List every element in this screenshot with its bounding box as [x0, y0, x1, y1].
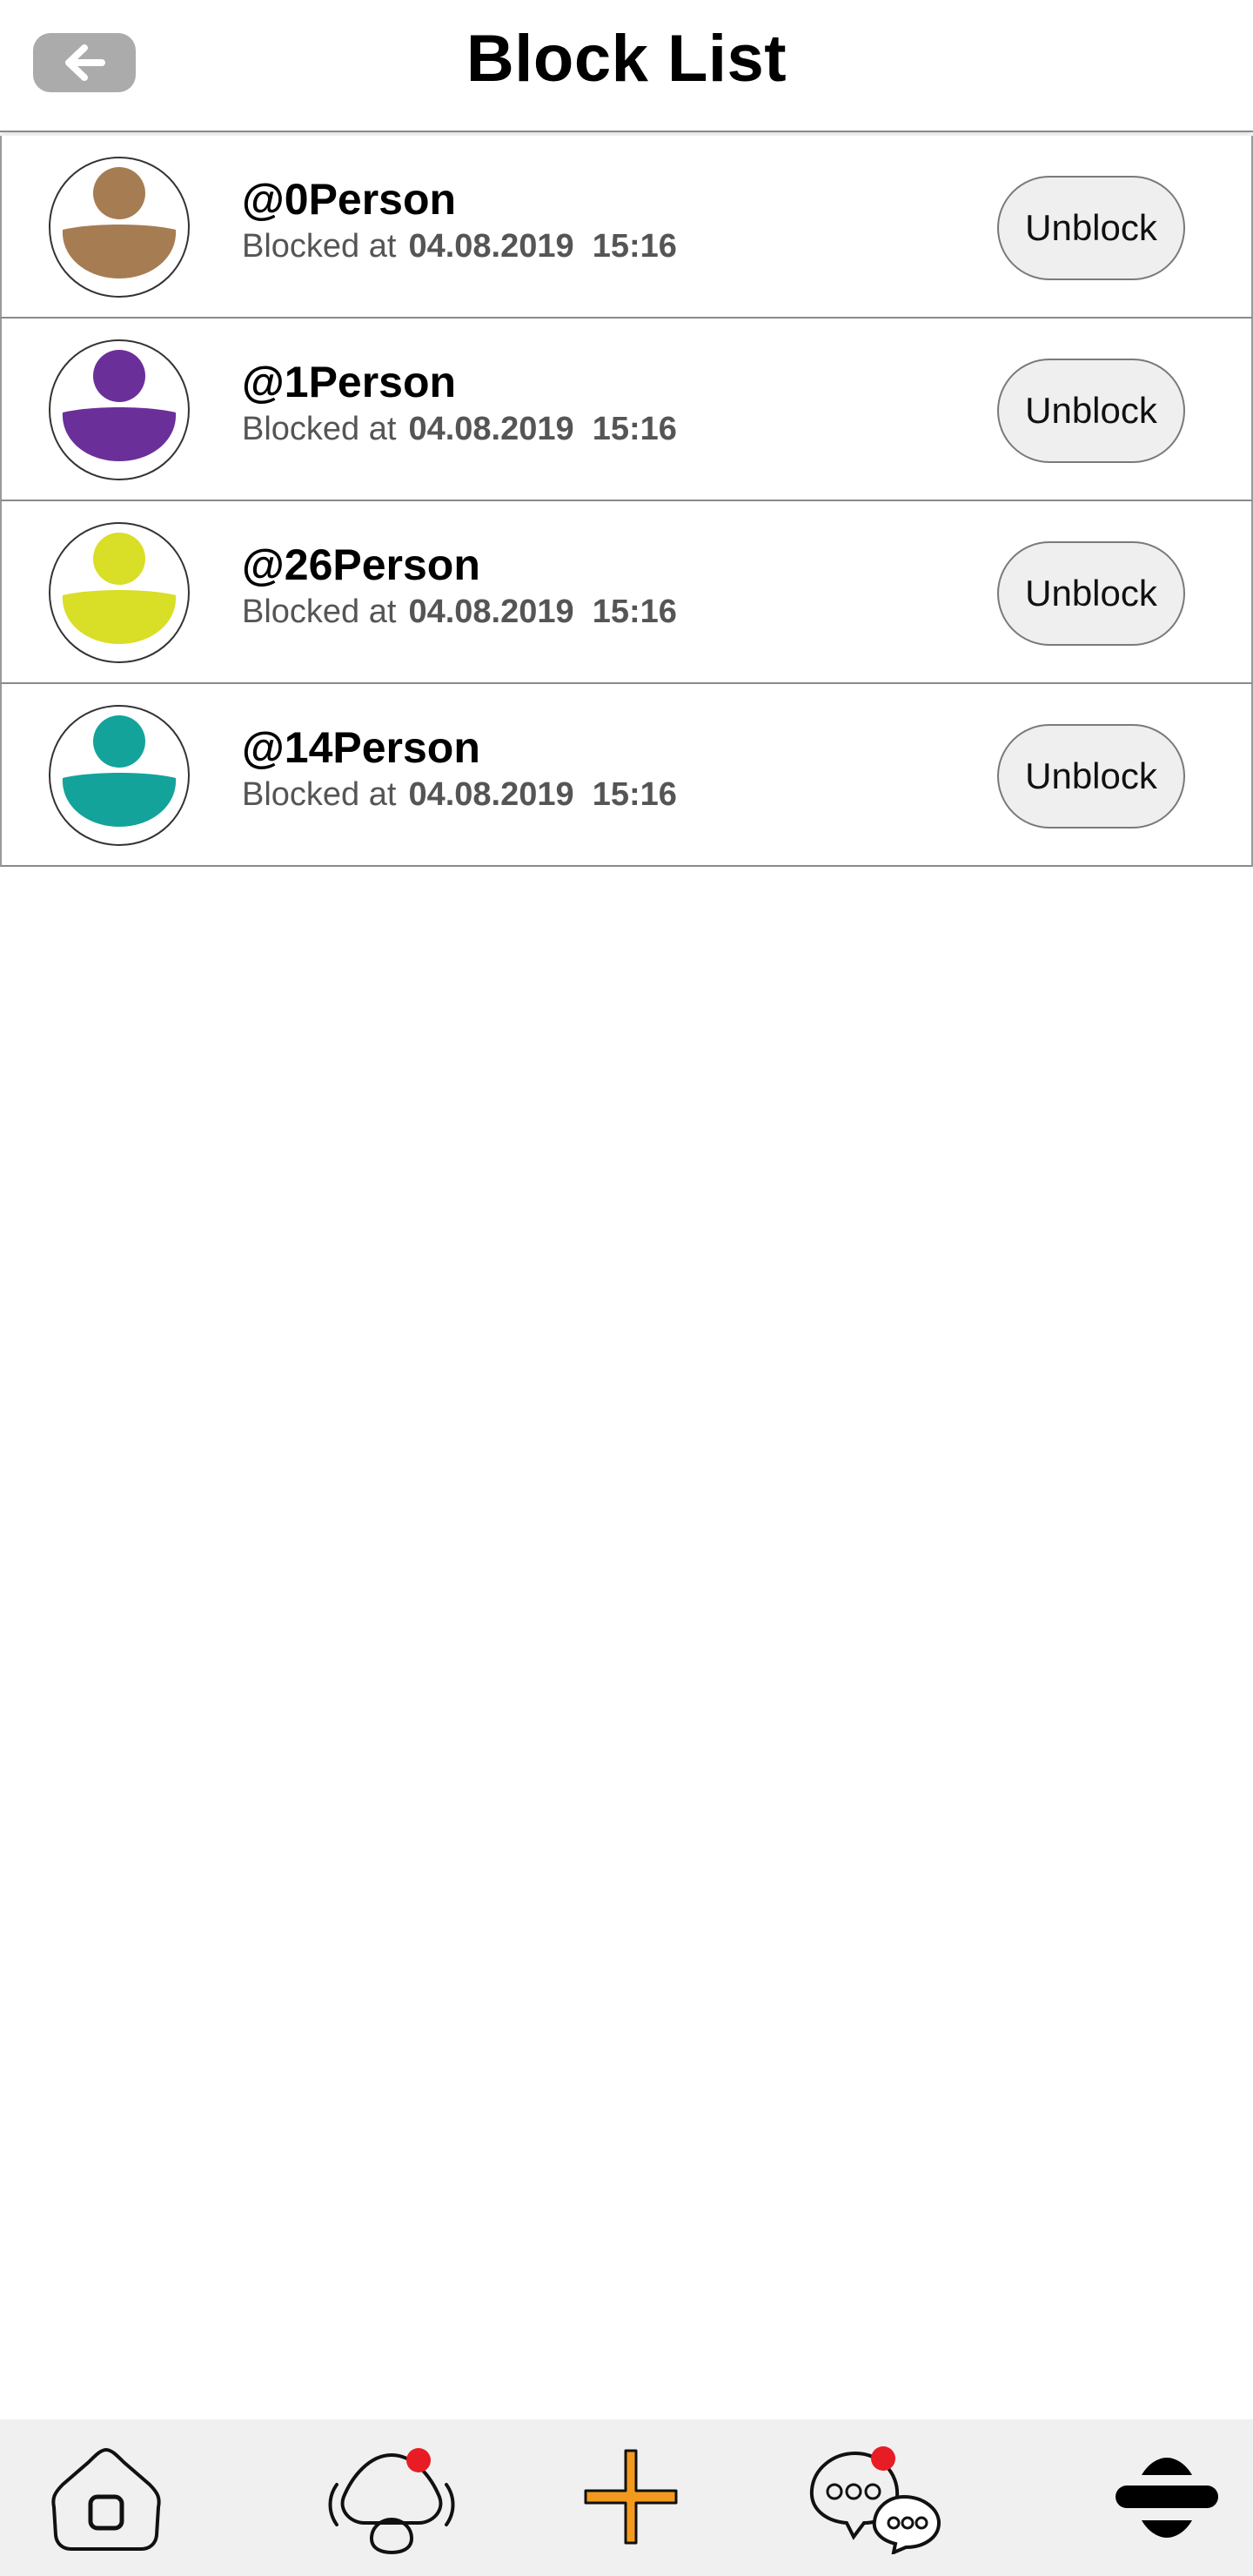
avatar: [48, 339, 191, 481]
blocked-label: Blocked at: [242, 411, 397, 447]
page-title: Block List: [466, 22, 787, 96]
list-item: @26Person Blocked at 04.08.2019 15:16 Unb…: [0, 501, 1253, 684]
list-item: @0Person Blocked at 04.08.2019 15:16 Unbl…: [0, 136, 1253, 319]
menu-icon: [1116, 2458, 1218, 2538]
tab-messages[interactable]: [799, 2419, 955, 2576]
blocked-timestamp: Blocked at 04.08.2019 15:16: [242, 776, 677, 814]
username: @0Person: [242, 175, 457, 224]
tab-activity[interactable]: [313, 2419, 470, 2576]
list-item: @1Person Blocked at 04.08.2019 15:16 Unbl…: [0, 319, 1253, 501]
username: @14Person: [242, 723, 480, 772]
blocked-date: 04.08.2019 15:16: [408, 411, 677, 447]
blocked-timestamp: Blocked at 04.08.2019 15:16: [242, 594, 677, 631]
header: Block List: [0, 0, 1253, 132]
notification-badge: [406, 2448, 431, 2472]
unblock-button[interactable]: Unblock: [997, 176, 1185, 280]
blocked-label: Blocked at: [242, 594, 397, 630]
tab-home[interactable]: [37, 2419, 176, 2576]
home-icon: [51, 2447, 161, 2551]
bottom-tab-bar: [0, 2419, 1253, 2576]
blocked-timestamp: Blocked at 04.08.2019 15:16: [242, 228, 677, 265]
blocked-date: 04.08.2019 15:16: [408, 776, 677, 813]
chat-bubbles-icon: [809, 2446, 941, 2554]
add-plus-icon: [584, 2449, 678, 2545]
avatar: [48, 704, 191, 847]
tab-add[interactable]: [566, 2419, 696, 2576]
blocked-date: 04.08.2019 15:16: [408, 594, 677, 630]
unblock-button[interactable]: Unblock: [997, 541, 1185, 646]
blocked-date: 04.08.2019 15:16: [408, 228, 677, 265]
avatar: [48, 521, 191, 664]
unblock-button[interactable]: Unblock: [997, 359, 1185, 463]
blocked-label: Blocked at: [242, 776, 397, 813]
username: @1Person: [242, 358, 457, 406]
message-badge: [871, 2446, 895, 2471]
blocked-user-list: @0Person Blocked at 04.08.2019 15:16 Unbl…: [0, 136, 1253, 867]
blocked-timestamp: Blocked at 04.08.2019 15:16: [242, 411, 677, 448]
avatar: [48, 156, 191, 299]
username: @26Person: [242, 540, 480, 589]
notifications-person-icon: [328, 2448, 455, 2554]
blocked-label: Blocked at: [242, 228, 397, 265]
unblock-button[interactable]: Unblock: [997, 724, 1185, 828]
tab-menu[interactable]: [1102, 2419, 1232, 2576]
list-item: @14Person Blocked at 04.08.2019 15:16 Unb…: [0, 684, 1253, 867]
